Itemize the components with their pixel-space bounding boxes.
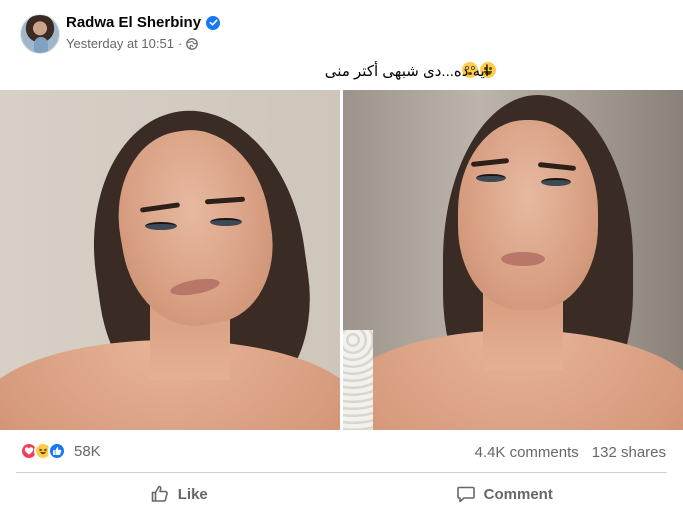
like-button[interactable]: Like <box>16 476 342 512</box>
post-timestamp[interactable]: Yesterday at 10:51 <box>66 36 174 51</box>
comment-button[interactable]: Comment <box>342 476 668 512</box>
photo-right[interactable] <box>343 90 683 430</box>
author-name-row: Radwa El Sherbiny <box>66 14 221 31</box>
eye-right <box>541 178 571 186</box>
post-photos <box>0 90 683 430</box>
post-actions: Like Comment <box>16 476 667 512</box>
author-name[interactable]: Radwa El Sherbiny <box>66 14 201 31</box>
avatar-figure <box>34 37 48 53</box>
author-avatar[interactable] <box>20 14 60 54</box>
meta-separator: · <box>177 36 183 51</box>
verified-badge-icon <box>206 15 221 30</box>
eye-left <box>476 174 506 182</box>
photo-left[interactable] <box>0 90 340 430</box>
eye-right <box>210 218 242 226</box>
lips-shape <box>501 252 545 266</box>
shares-count[interactable]: 132 shares <box>592 444 666 461</box>
like-label: Like <box>177 485 208 503</box>
facebook-post: Radwa El Sherbiny Yesterday at 10:51 · ا… <box>0 0 683 515</box>
post-stats: 58K 4.4K comments 132 shares <box>0 430 683 472</box>
comments-count[interactable]: 4.4K comments <box>475 444 579 461</box>
engagement-counts: 4.4K comments 132 shares <box>475 444 666 461</box>
reaction-count[interactable]: 58K <box>74 443 101 460</box>
lace-strap <box>343 330 373 430</box>
actions-divider <box>16 472 667 473</box>
comment-bubble-icon <box>456 486 475 503</box>
reaction-summary[interactable]: 58K <box>20 442 101 460</box>
globe-icon <box>186 37 199 50</box>
like-reaction-icon <box>48 442 66 460</box>
post-caption: ايه ده...دى شبهى أكتر منى <box>324 63 489 80</box>
thumbs-up-icon <box>151 485 168 502</box>
post-meta: Yesterday at 10:51 · <box>66 36 199 51</box>
comment-label: Comment <box>483 485 553 503</box>
eye-left <box>145 222 177 230</box>
face-shape <box>458 120 598 310</box>
post-header: Radwa El Sherbiny Yesterday at 10:51 · <box>0 0 683 56</box>
